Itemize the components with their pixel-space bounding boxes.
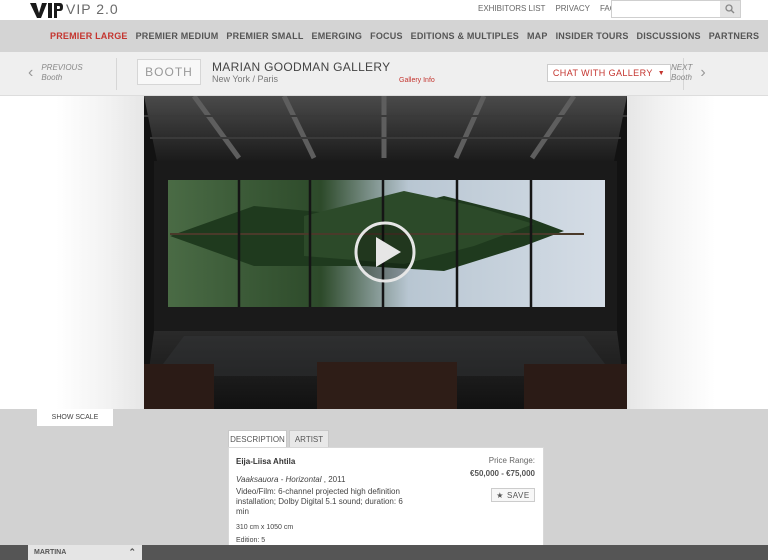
exhibitors-list-link[interactable]: EXHIBITORS LIST — [478, 4, 545, 13]
nav-premier-medium[interactable]: PREMIER MEDIUM — [136, 31, 219, 41]
save-label: SAVE — [506, 490, 530, 500]
artwork-medium: Video/Film: 6-channel projected high def… — [236, 487, 403, 516]
next-booth-button[interactable]: NEXT Booth › — [671, 63, 706, 83]
save-button[interactable]: ★ SAVE — [491, 488, 535, 502]
nav-partners[interactable]: PARTNERS — [709, 31, 759, 41]
price-value: €50,000 - €75,000 — [470, 469, 535, 478]
artwork-edition: Edition: 5 — [236, 537, 266, 544]
brand-title: VIP 2.0 — [66, 1, 119, 17]
search-button[interactable] — [720, 1, 740, 17]
artwork-video[interactable] — [144, 94, 627, 409]
next-label: NEXT — [671, 63, 693, 72]
artist-name: Eija-Liisa Ahtila — [236, 457, 296, 466]
price-label: Price Range: — [488, 456, 535, 465]
top-bar: VIP 2.0 EXHIBITORS LIST PRIVACY FAQ — [0, 0, 768, 20]
nav-editions-multiples[interactable]: EDITIONS & MULTIPLES — [411, 31, 519, 41]
installation-image — [144, 94, 627, 409]
previous-booth-button[interactable]: ‹ PREVIOUS Booth — [28, 63, 83, 83]
tab-description[interactable]: DESCRIPTION — [228, 430, 287, 447]
artwork-stage — [0, 94, 768, 409]
chevron-right-icon: › — [700, 64, 706, 81]
nav-premier-small[interactable]: PREMIER SMALL — [226, 31, 303, 41]
main-nav: PREMIER LARGE PREMIER MEDIUM PREMIER SMA… — [0, 20, 768, 52]
stage-shadow-left — [56, 96, 144, 409]
user-name: MARTINA — [34, 549, 67, 556]
previous-sub: Booth — [41, 73, 63, 82]
nav-insider-tours[interactable]: INSIDER TOURS — [556, 31, 629, 41]
booth-bar: ‹ PREVIOUS Booth BOOTH MARIAN GOODMAN GA… — [0, 52, 768, 96]
divider — [116, 58, 117, 90]
gallery-location: New York / Paris — [212, 74, 279, 84]
chat-with-gallery-button[interactable]: CHAT WITH GALLERY ▼ — [547, 64, 671, 82]
gallery-name: MARIAN GOODMAN GALLERY — [212, 60, 391, 74]
nav-discussions[interactable]: DISCUSSIONS — [637, 31, 701, 41]
nav-emerging[interactable]: EMERGING — [312, 31, 363, 41]
chevron-up-icon: ⌃ — [128, 547, 136, 557]
previous-label: PREVIOUS — [41, 63, 83, 72]
play-icon[interactable] — [354, 221, 416, 283]
next-sub: Booth — [671, 73, 692, 82]
artwork-year: , 2011 — [321, 475, 346, 484]
artwork-info-panel: Eija-Liisa Ahtila Vaaksauora - Horizonta… — [228, 447, 544, 547]
search-box — [611, 0, 741, 18]
chevron-left-icon: ‹ — [28, 64, 34, 81]
nav-focus[interactable]: FOCUS — [370, 31, 403, 41]
stage-shadow-right — [627, 96, 715, 409]
vip-logo-icon[interactable] — [28, 0, 64, 20]
star-icon: ★ — [496, 490, 504, 500]
privacy-link[interactable]: PRIVACY — [555, 4, 590, 13]
user-tab[interactable]: MARTINA ⌃ — [28, 545, 142, 560]
chat-label: CHAT WITH GALLERY — [552, 68, 653, 78]
artwork-title-line: Vaaksauora - Horizontal , 2011 — [236, 475, 345, 484]
nav-map[interactable]: MAP — [527, 31, 548, 41]
show-scale-button[interactable]: SHOW SCALE — [37, 409, 113, 426]
gallery-info-link[interactable]: Gallery Info — [399, 77, 435, 84]
artwork-dimensions: 310 cm x 1050 cm — [236, 524, 294, 531]
nav-premier-large[interactable]: PREMIER LARGE — [50, 31, 128, 41]
nav-items: PREMIER LARGE PREMIER MEDIUM PREMIER SMA… — [50, 31, 759, 41]
caret-down-icon: ▼ — [657, 69, 666, 77]
search-icon — [725, 4, 735, 14]
booth-number: BOOTH — [137, 59, 201, 85]
tab-artist[interactable]: ARTIST — [289, 430, 329, 447]
top-links: EXHIBITORS LIST PRIVACY FAQ — [478, 4, 616, 13]
search-input[interactable] — [612, 1, 720, 17]
artwork-title: Vaaksauora - Horizontal — [236, 475, 322, 484]
